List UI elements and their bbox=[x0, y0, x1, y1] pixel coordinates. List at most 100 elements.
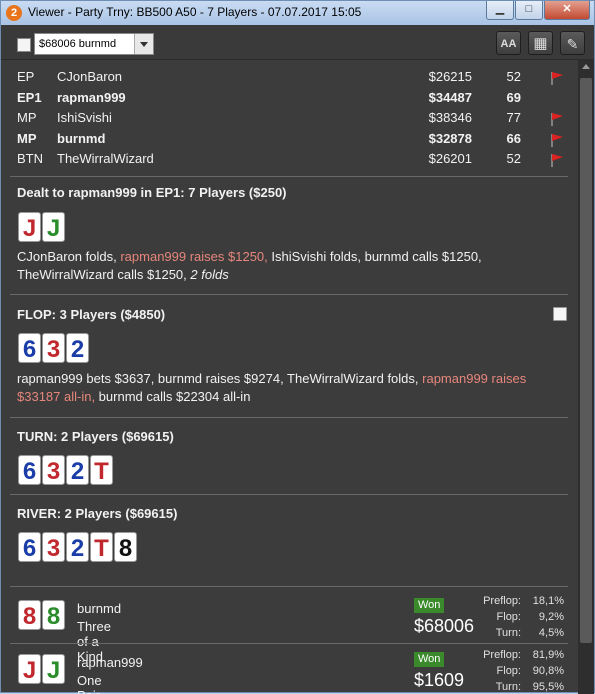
playing-card: 2 bbox=[66, 455, 89, 485]
player-stack: $32878 bbox=[428, 130, 472, 146]
playing-card: T bbox=[90, 455, 113, 485]
vertical-scrollbar[interactable] bbox=[578, 59, 594, 694]
scroll-up-icon[interactable] bbox=[578, 59, 594, 75]
maximize-button[interactable]: □ bbox=[515, 1, 543, 20]
close-button[interactable]: ✕ bbox=[544, 1, 590, 20]
equity-label: Preflop: bbox=[483, 649, 521, 661]
scroll-thumb[interactable] bbox=[580, 78, 592, 643]
player-vpip: 69 bbox=[506, 89, 521, 105]
player-vpip: 66 bbox=[506, 130, 521, 146]
turn-header: TURN: 2 Players ($69615) bbox=[17, 429, 174, 444]
flag-icon bbox=[550, 71, 564, 85]
player-stack: $26201 bbox=[428, 151, 472, 166]
equity-label: Turn: bbox=[495, 627, 521, 639]
playing-card: 6 bbox=[18, 455, 41, 485]
playing-card: 6 bbox=[18, 333, 41, 363]
player-select-dropdown[interactable]: $68006 burnmd bbox=[34, 33, 154, 55]
player-row[interactable]: MP burnmd $32878 66 bbox=[17, 131, 577, 151]
equity-value: 18,1% bbox=[532, 595, 564, 607]
font-size-button[interactable]: AA bbox=[496, 31, 521, 55]
playing-card: 6 bbox=[18, 532, 41, 562]
player-name: TheWirralWizard bbox=[57, 151, 154, 166]
hand-history-panel[interactable]: EP CJonBaron $26215 52 EP1 rapman999 $34487 69 M… bbox=[1, 59, 578, 694]
result-hand-rank: One Pair bbox=[77, 673, 102, 694]
equity-value: 90,8% bbox=[532, 665, 564, 677]
won-badge: Won bbox=[414, 652, 445, 667]
won-badge: Won bbox=[414, 598, 445, 613]
hero-action-text: $33187 all-in, bbox=[17, 389, 96, 404]
note-icon[interactable] bbox=[553, 307, 567, 321]
player-vpip: 52 bbox=[506, 151, 521, 166]
playing-card: J bbox=[42, 212, 65, 242]
app-logo-icon: 2 bbox=[6, 5, 22, 21]
equity-value: 81,9% bbox=[532, 649, 564, 661]
player-vpip: 77 bbox=[506, 110, 521, 125]
title-bar[interactable]: 2 Viewer - Party Trny: BB500 A50 - 7 Pla… bbox=[1, 1, 594, 25]
flop-header: FLOP: 3 Players ($4850) bbox=[17, 307, 166, 322]
select-checkbox[interactable] bbox=[17, 38, 31, 52]
player-row[interactable]: BTN TheWirralWizard $26201 52 bbox=[17, 151, 577, 171]
player-row[interactable]: EP1 rapman999 $34487 69 bbox=[17, 90, 577, 110]
playing-card: J bbox=[42, 654, 65, 684]
playing-card: 8 bbox=[18, 600, 41, 630]
viewer-window: 2 Viewer - Party Trny: BB500 A50 - 7 Pla… bbox=[0, 0, 595, 694]
result-player-name: burnmd bbox=[77, 601, 122, 616]
equity-label: Flop: bbox=[496, 611, 521, 623]
equity-label: Preflop: bbox=[483, 595, 521, 607]
player-row[interactable]: MP IshiSvishi $38346 77 bbox=[17, 110, 577, 130]
equity-label: Turn: bbox=[495, 681, 521, 693]
playing-card: 8 bbox=[42, 600, 65, 630]
action-text: TheWirralWizard calls $1250, bbox=[17, 267, 191, 282]
divider bbox=[10, 294, 568, 295]
playing-card: J bbox=[18, 212, 41, 242]
player-name: CJonBaron bbox=[57, 69, 123, 84]
equity-label: Flop: bbox=[496, 665, 521, 677]
player-vpip: 52 bbox=[506, 69, 521, 84]
player-stack: $26215 bbox=[428, 69, 472, 84]
grid-button[interactable]: ▦ bbox=[528, 31, 553, 55]
equity-value: 9,2% bbox=[538, 611, 564, 623]
playing-card: 2 bbox=[66, 333, 89, 363]
divider bbox=[10, 176, 568, 177]
folds-summary: 2 folds bbox=[190, 267, 229, 282]
equity-value: 4,5% bbox=[538, 627, 564, 639]
flop-actions: rapman999 bets $3637, burnmd raises $927… bbox=[17, 370, 562, 406]
player-name: IshiSvishi bbox=[57, 110, 112, 125]
divider bbox=[10, 586, 568, 587]
divider bbox=[10, 494, 568, 495]
player-position: MP bbox=[17, 110, 37, 125]
result-player-name: rapman999 bbox=[77, 655, 143, 670]
playing-card: 3 bbox=[42, 455, 65, 485]
hero-action-text: rapman999 raises bbox=[422, 371, 527, 386]
divider bbox=[10, 417, 568, 418]
action-text: rapman999 bets $3637, burnmd raises $927… bbox=[17, 371, 423, 386]
preflop-header: Dealt to rapman999 in EP1: 7 Players ($2… bbox=[17, 185, 287, 200]
won-amount: $68006 bbox=[414, 616, 475, 636]
player-position: EP bbox=[17, 69, 35, 84]
window-title: Viewer - Party Trny: BB500 A50 - 7 Playe… bbox=[28, 5, 362, 19]
preflop-actions: CJonBaron folds, rapman999 raises $1250,… bbox=[17, 248, 562, 284]
hero-action-text: rapman999 raises $1250, bbox=[120, 249, 268, 264]
player-select-value: $68006 burnmd bbox=[39, 38, 117, 50]
won-amount: $1609 bbox=[414, 670, 465, 690]
player-position: EP1 bbox=[17, 89, 42, 105]
minimize-button[interactable]: ▁ bbox=[486, 1, 514, 20]
player-stack: $38346 bbox=[428, 110, 472, 125]
player-name: rapman999 bbox=[57, 89, 126, 105]
action-text: CJonBaron folds, bbox=[17, 249, 121, 264]
player-stack: $34487 bbox=[428, 89, 472, 105]
player-row[interactable]: EP CJonBaron $26215 52 bbox=[17, 69, 577, 89]
playing-card: J bbox=[18, 654, 41, 684]
divider bbox=[10, 643, 568, 644]
player-name: burnmd bbox=[57, 130, 106, 146]
playing-card: 3 bbox=[42, 333, 65, 363]
playing-card: T bbox=[90, 532, 113, 562]
action-text: burnmd calls $22304 all-in bbox=[95, 389, 251, 404]
action-text: IshiSvishi folds, burnmd calls $1250, bbox=[267, 249, 482, 264]
chevron-down-icon[interactable] bbox=[134, 34, 153, 54]
playing-card: 8 bbox=[114, 532, 137, 562]
flag-icon bbox=[550, 153, 564, 167]
edit-button[interactable]: ✎ bbox=[560, 31, 585, 55]
river-header: RIVER: 2 Players ($69615) bbox=[17, 506, 178, 521]
toolbar: $68006 burnmd AA ▦ ✎ bbox=[1, 25, 594, 60]
